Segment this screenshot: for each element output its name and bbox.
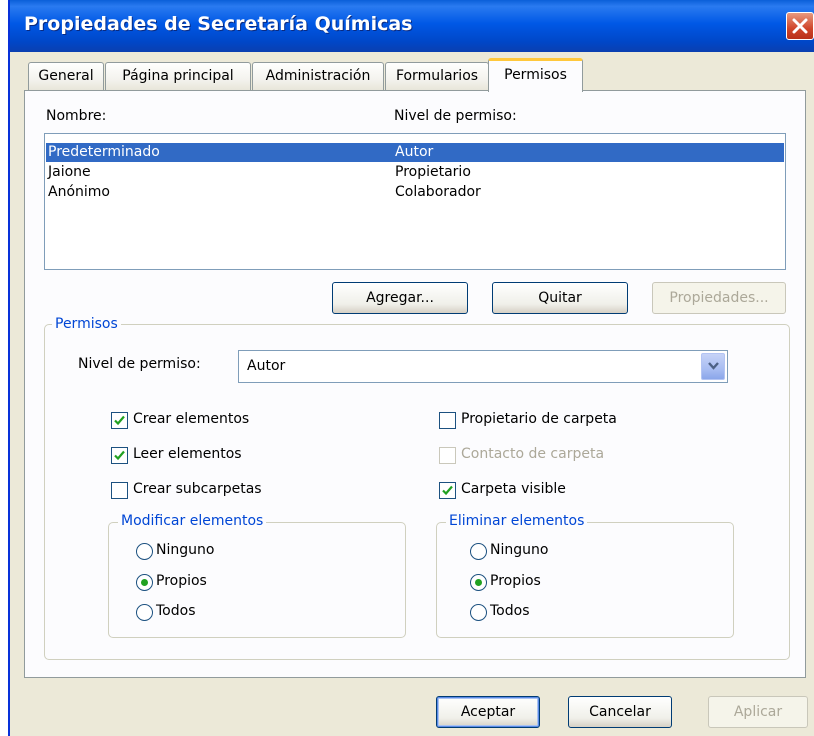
delete-items-none-radio[interactable] [470,543,487,560]
edit-items-none-radio[interactable] [136,543,153,560]
edit-items-all-label[interactable]: Todos [156,603,195,619]
radio-selected-dot [141,579,148,586]
tab-permissions[interactable]: Permisos [488,58,583,92]
dropdown-button[interactable] [701,353,725,380]
user-permission-level: Propietario [395,164,471,180]
user-name: Anónimo [48,184,110,200]
delete-items-own-label[interactable]: Propios [490,573,541,589]
read-items-label[interactable]: Leer elementos [133,446,242,462]
folder-contact-checkbox[interactable] [439,447,456,464]
edit-items-own-label[interactable]: Propios [156,573,207,589]
permission-level-column-header: Nivel de permiso: [394,108,517,124]
window-title: Propiedades de Secretaría Químicas [24,13,413,35]
name-column-header: Nombre: [46,108,107,124]
close-button[interactable] [786,12,814,40]
properties-dialog: Propiedades de Secretaría Químicas Gener… [8,0,814,736]
apply-button[interactable]: Aplicar [708,696,808,728]
delete-items-own-radio[interactable] [470,574,487,591]
read-items-checkbox[interactable] [111,447,128,464]
tab-label: Formularios [395,68,479,84]
tab-administration[interactable]: Administración [252,62,384,90]
folder-visible-checkbox[interactable] [439,482,456,499]
list-item[interactable]: Predeterminado Autor [46,143,784,162]
user-permission-level: Colaborador [395,184,481,200]
folder-visible-label[interactable]: Carpeta visible [461,481,566,497]
edit-items-none-label[interactable]: Ninguno [156,542,214,558]
radio-selected-dot [475,579,482,586]
title-bar[interactable]: Propiedades de Secretaría Químicas [10,0,814,52]
delete-items-none-label[interactable]: Ninguno [490,542,548,558]
properties-button[interactable]: Propiedades... [652,282,786,314]
cancel-button[interactable]: Cancelar [568,696,672,728]
list-item[interactable]: Jaione Propietario [46,163,784,182]
create-items-label[interactable]: Crear elementos [133,411,249,427]
add-button[interactable]: Agregar... [332,282,468,314]
create-subfolders-checkbox[interactable] [111,482,128,499]
permissions-group-title: Permisos [52,316,121,332]
edit-items-own-radio[interactable] [136,574,153,591]
tab-label: Permisos [504,67,567,83]
delete-items-group-title: Eliminar elementos [446,513,588,529]
tab-forms[interactable]: Formularios [385,62,489,90]
tab-label: Página principal [122,68,234,84]
delete-items-all-radio[interactable] [470,604,487,621]
folder-contact-label[interactable]: Contacto de carpeta [461,446,604,462]
remove-button[interactable]: Quitar [492,282,628,314]
folder-owner-label[interactable]: Propietario de carpeta [461,411,617,427]
permission-level-label: Nivel de permiso: [78,356,201,372]
delete-items-all-label[interactable]: Todos [490,603,529,619]
list-item[interactable]: Anónimo Colaborador [46,183,784,202]
create-items-checkbox[interactable] [111,412,128,429]
create-subfolders-label[interactable]: Crear subcarpetas [133,481,262,497]
edit-items-group-title: Modificar elementos [118,513,267,529]
ok-button[interactable]: Aceptar [436,696,540,728]
edit-items-all-radio[interactable] [136,604,153,621]
folder-owner-checkbox[interactable] [439,412,456,429]
permission-level-value: Autor [247,358,286,374]
tab-label: Administración [265,68,371,84]
user-name: Predeterminado [48,144,160,160]
user-name: Jaione [48,164,91,180]
user-permission-level: Autor [395,144,434,160]
tab-label: General [38,68,94,84]
permissions-user-list[interactable]: Predeterminado Autor Jaione Propietario … [44,133,786,270]
tab-home-page[interactable]: Página principal [105,62,251,90]
tab-general[interactable]: General [28,62,104,90]
permission-level-select[interactable]: Autor [238,350,728,383]
